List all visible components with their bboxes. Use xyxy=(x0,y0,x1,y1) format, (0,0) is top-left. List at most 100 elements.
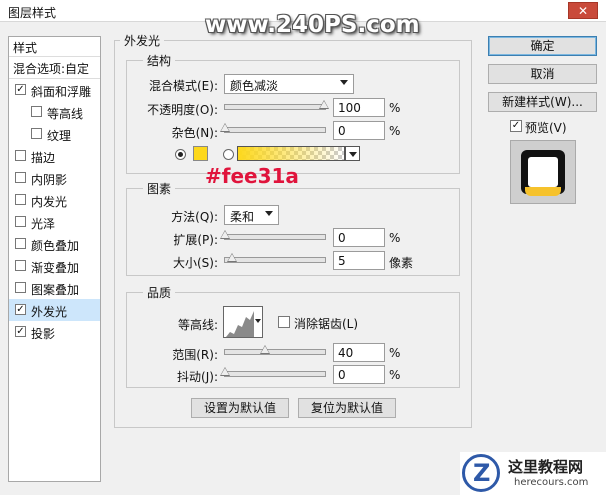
bevel-emboss-checkbox[interactable]: ✓ xyxy=(15,84,26,95)
preview-inner xyxy=(528,157,558,187)
style-item-pattern-overlay[interactable]: 图案叠加 xyxy=(9,277,100,299)
style-item-gradient-overlay[interactable]: 渐变叠加 xyxy=(9,255,100,277)
satin-checkbox[interactable] xyxy=(15,216,26,227)
style-item-stroke[interactable]: 描边 xyxy=(9,145,100,167)
range-unit: % xyxy=(389,346,401,360)
logo-letter: Z xyxy=(473,459,491,487)
logo-url: herecours.com xyxy=(514,477,589,488)
color-overlay-checkbox[interactable] xyxy=(15,238,26,249)
technique-label: 方法(Q): xyxy=(171,210,218,224)
gradient-overlay-checkbox[interactable] xyxy=(15,260,26,271)
jitter-slider[interactable] xyxy=(220,367,326,377)
preview-glow xyxy=(525,187,561,196)
antialias-checkbox[interactable] xyxy=(278,316,290,328)
gradient-preview[interactable] xyxy=(237,146,345,161)
style-item-label: 渐变叠加 xyxy=(31,261,80,275)
window-title: 图层样式 xyxy=(8,6,57,20)
range-label: 范围(R): xyxy=(172,348,218,362)
structure-title: 结构 xyxy=(143,52,176,69)
style-item-drop-shadow[interactable]: ✓ 投影 xyxy=(9,321,100,343)
style-item-color-overlay[interactable]: 颜色叠加 xyxy=(9,233,100,255)
range-input[interactable]: 40 xyxy=(333,343,385,362)
opacity-slider-thumb[interactable] xyxy=(319,100,329,109)
style-item-inner-glow[interactable]: 内发光 xyxy=(9,189,100,211)
style-item-label: 图案叠加 xyxy=(31,283,80,297)
spread-unit: % xyxy=(389,231,401,245)
logo-z-icon: Z xyxy=(462,454,500,492)
stroke-checkbox[interactable] xyxy=(15,150,26,161)
gradient-dropdown[interactable] xyxy=(345,146,360,161)
make-default-button[interactable]: 设置为默认值 xyxy=(191,398,289,418)
reset-default-button[interactable]: 复位为默认值 xyxy=(298,398,396,418)
solid-color-radio[interactable] xyxy=(175,149,186,160)
noise-unit: % xyxy=(389,124,401,138)
inner-glow-checkbox[interactable] xyxy=(15,194,26,205)
jitter-label: 抖动(J): xyxy=(177,370,218,384)
styles-header[interactable]: 样式 xyxy=(9,37,100,57)
jitter-unit: % xyxy=(389,368,401,382)
gradient-radio[interactable] xyxy=(223,149,234,160)
technique-select[interactable]: 柔和 xyxy=(224,205,279,225)
jitter-slider-thumb[interactable] xyxy=(220,367,230,376)
pattern-overlay-checkbox[interactable] xyxy=(15,282,26,293)
noise-slider-thumb[interactable] xyxy=(220,123,230,132)
style-item-contour[interactable]: 等高线 xyxy=(9,101,100,123)
noise-input[interactable]: 0 xyxy=(333,121,385,140)
style-item-label: 投影 xyxy=(31,327,56,341)
range-slider[interactable] xyxy=(224,345,326,355)
logo-text: 这里教程网 xyxy=(508,458,584,476)
style-item-bevel-emboss[interactable]: ✓ 斜面和浮雕 xyxy=(9,79,100,101)
contour-checkbox[interactable] xyxy=(31,106,42,117)
cancel-button[interactable]: 取消 xyxy=(488,64,597,84)
inner-shadow-checkbox[interactable] xyxy=(15,172,26,183)
range-slider-thumb[interactable] xyxy=(260,345,270,354)
watermark: www.240PS.com xyxy=(205,12,420,38)
style-preview-thumbnail xyxy=(510,140,576,204)
style-item-label: 外发光 xyxy=(31,305,68,319)
spread-label: 扩展(P): xyxy=(173,233,218,247)
spread-input[interactable]: 0 xyxy=(333,228,385,247)
quality-title: 品质 xyxy=(143,284,176,301)
size-unit: 像素 xyxy=(389,256,414,270)
chevron-down-icon xyxy=(349,152,357,157)
ok-button[interactable]: 确定 xyxy=(488,36,597,56)
opacity-input[interactable]: 100 xyxy=(333,98,385,117)
blend-mode-select[interactable]: 颜色减淡 xyxy=(224,74,354,94)
style-item-texture[interactable]: 纹理 xyxy=(9,123,100,145)
drop-shadow-checkbox[interactable]: ✓ xyxy=(15,326,26,337)
color-annotation: #fee31a xyxy=(205,164,299,188)
spread-slider-thumb[interactable] xyxy=(220,230,230,239)
spread-slider[interactable] xyxy=(220,230,326,240)
size-slider-thumb[interactable] xyxy=(227,253,237,262)
noise-slider[interactable] xyxy=(220,123,326,133)
preview-label: 预览(V) xyxy=(525,121,567,135)
blend-mode-label: 混合模式(E): xyxy=(149,79,218,93)
close-button[interactable]: ✕ xyxy=(568,2,598,19)
style-item-outer-glow[interactable]: ✓ 外发光 xyxy=(9,299,100,321)
size-slider[interactable] xyxy=(224,253,326,263)
outer-glow-checkbox[interactable]: ✓ xyxy=(15,304,26,315)
size-label: 大小(S): xyxy=(172,256,218,270)
style-item-label: 内发光 xyxy=(31,195,68,209)
opacity-label: 不透明度(O): xyxy=(147,103,218,117)
opacity-slider[interactable] xyxy=(224,100,329,110)
style-item-label: 描边 xyxy=(31,151,56,165)
technique-value: 柔和 xyxy=(230,210,255,224)
style-item-label: 颜色叠加 xyxy=(31,239,80,253)
blending-options-item[interactable]: 混合选项:自定 xyxy=(9,57,100,79)
contour-label: 等高线: xyxy=(177,318,218,332)
preview-checkbox[interactable]: ✓ xyxy=(510,120,522,132)
elements-title: 图素 xyxy=(143,180,176,197)
glow-color-swatch[interactable] xyxy=(193,146,208,161)
new-style-button[interactable]: 新建样式(W)... xyxy=(488,92,597,112)
contour-picker[interactable] xyxy=(223,306,263,338)
texture-checkbox[interactable] xyxy=(31,128,42,139)
style-item-label: 内阴影 xyxy=(31,173,68,187)
jitter-input[interactable]: 0 xyxy=(333,365,385,384)
size-input[interactable]: 5 xyxy=(333,251,385,270)
style-item-inner-shadow[interactable]: 内阴影 xyxy=(9,167,100,189)
style-item-label: 斜面和浮雕 xyxy=(31,85,92,99)
contour-curve-icon xyxy=(226,311,254,337)
blend-mode-value: 颜色减淡 xyxy=(230,79,279,93)
style-item-satin[interactable]: 光泽 xyxy=(9,211,100,233)
